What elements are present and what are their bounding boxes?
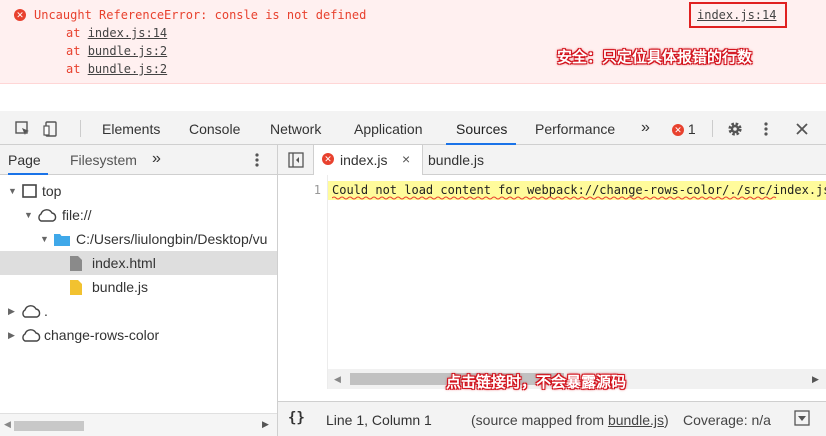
stack-frame-link[interactable]: index.js:14 [88,26,167,40]
folder-icon [54,233,70,246]
stack-frame-link[interactable]: bundle.js:2 [88,44,167,58]
js-file-icon [70,280,82,295]
error-text: Uncaught ReferenceError: consle is not d… [34,8,367,22]
code-line[interactable]: Could not load content for webpack://cha… [328,181,826,200]
device-toolbar-icon[interactable] [42,120,60,138]
editor-status-bar: {} Line 1, Column 1 (source mapped from … [278,401,826,436]
tree-item-bundle-js[interactable]: bundle.js [0,275,277,299]
annotation-security-note: 安全：只定位具体报错的行数 [557,49,753,66]
devtools-panel: Elements Console Network Application Sou… [0,111,826,436]
tree-item-top[interactable]: ▼ top [0,179,277,203]
kebab-icon[interactable] [253,151,261,169]
tab-page[interactable]: Page [8,152,41,168]
editor-tab-index-js[interactable]: ✕ index.js × [313,145,423,175]
cloud-icon [20,329,42,342]
cloud-icon [20,305,42,318]
gear-icon[interactable] [726,120,744,138]
tree-item-folder[interactable]: ▼ C:/Users/liulongbin/Desktop/vu [0,227,277,251]
source-map-link[interactable]: bundle.js [608,412,664,428]
navigator-tabs: Page Filesystem » [0,145,277,175]
sources-navigator: Page Filesystem » ▼ top ▼ file:// ▼ C:/U… [0,145,278,436]
error-squiggle [332,196,777,200]
error-icon: ✕ [672,124,684,136]
editor-tabs: ✕ index.js × bundle.js [278,145,826,175]
cloud-icon [36,209,58,222]
scroll-left-arrow-icon[interactable]: ◀ [4,419,11,430]
tree-item-file-origin[interactable]: ▼ file:// [0,203,277,227]
tab-application[interactable]: Application [354,121,423,137]
pretty-print-button[interactable]: {} [288,410,305,426]
tab-elements[interactable]: Elements [102,121,160,137]
kebab-icon[interactable] [762,120,770,138]
frame-icon [22,184,37,198]
toggle-navigator-icon[interactable] [288,152,304,168]
error-icon: ✕ [14,9,26,21]
stack-frame-link[interactable]: bundle.js:2 [88,62,167,76]
tab-performance[interactable]: Performance [535,121,615,137]
expand-triangle-icon[interactable]: ▼ [8,186,17,196]
tab-sources[interactable]: Sources [456,121,507,137]
scroll-right-arrow-icon[interactable]: ▶ [262,419,269,430]
tree-item-label: change-rows-color [44,327,160,343]
expand-triangle-icon[interactable]: ▶ [8,306,15,317]
close-icon[interactable] [794,120,810,138]
tree-item-dot-origin[interactable]: ▶ . [0,299,277,323]
scroll-right-arrow-icon[interactable]: ▶ [812,374,819,385]
cursor-position: Line 1, Column 1 [326,412,432,428]
scrollbar-thumb[interactable] [14,421,84,431]
toolbar-divider [80,120,81,137]
tree-item-label: bundle.js [92,279,149,295]
close-tab-icon[interactable]: × [402,151,410,167]
toggle-drawer-icon[interactable] [794,410,810,426]
active-tab-indicator [8,173,48,175]
line-number-gutter: 1 [278,175,328,389]
tree-item-webpack-origin[interactable]: ▶ change-rows-color [0,323,277,347]
navigator-horizontal-scrollbar[interactable]: ◀ ▶ [0,413,277,436]
devtools-tabbar: Elements Console Network Application Sou… [0,111,826,145]
error-counter[interactable]: ✕ 1 [672,121,696,137]
scroll-left-arrow-icon[interactable]: ◀ [334,374,341,385]
source-mapped-info: (source mapped from bundle.js) [471,412,669,428]
tree-item-label: . [44,303,48,319]
tab-filesystem[interactable]: Filesystem [70,152,137,168]
tree-item-index-html[interactable]: index.html [0,251,277,275]
tree-item-label: index.html [92,255,156,271]
file-icon [70,256,82,271]
coverage-info: Coverage: n/a [683,412,771,428]
stack-frame: at bundle.js:2 [66,44,168,58]
expand-triangle-icon[interactable]: ▼ [40,234,49,244]
expand-triangle-icon[interactable]: ▼ [24,210,33,220]
toolbar-divider [712,120,713,137]
code-line-text: Could not load content for webpack://cha… [332,183,826,197]
stack-frame: at index.js:14 [66,26,168,40]
tab-network[interactable]: Network [270,121,321,137]
inspect-element-icon[interactable] [14,120,32,138]
tree-item-label: C:/Users/liulongbin/Desktop/vu [76,231,268,247]
tab-console[interactable]: Console [189,121,240,137]
sources-editor: ✕ index.js × bundle.js 1 Could not load … [278,145,826,436]
error-icon: ✕ [322,153,334,165]
editor-tab-bundle-js[interactable]: bundle.js [428,152,484,168]
more-tabs-button[interactable]: » [641,119,650,137]
tree-item-label: file:// [62,207,92,223]
error-source-link[interactable]: index.js:14 [697,8,776,22]
expand-triangle-icon[interactable]: ▶ [8,330,15,341]
annotation-no-source-leak: 点击链接时，不会暴露源码 [446,374,627,391]
line-number: 1 [313,183,321,197]
stack-frame: at bundle.js:2 [66,62,168,76]
tree-item-label: top [42,183,62,199]
more-navigator-tabs[interactable]: » [152,150,161,168]
console-error-message: ✕ Uncaught ReferenceError: consle is not… [0,0,826,84]
